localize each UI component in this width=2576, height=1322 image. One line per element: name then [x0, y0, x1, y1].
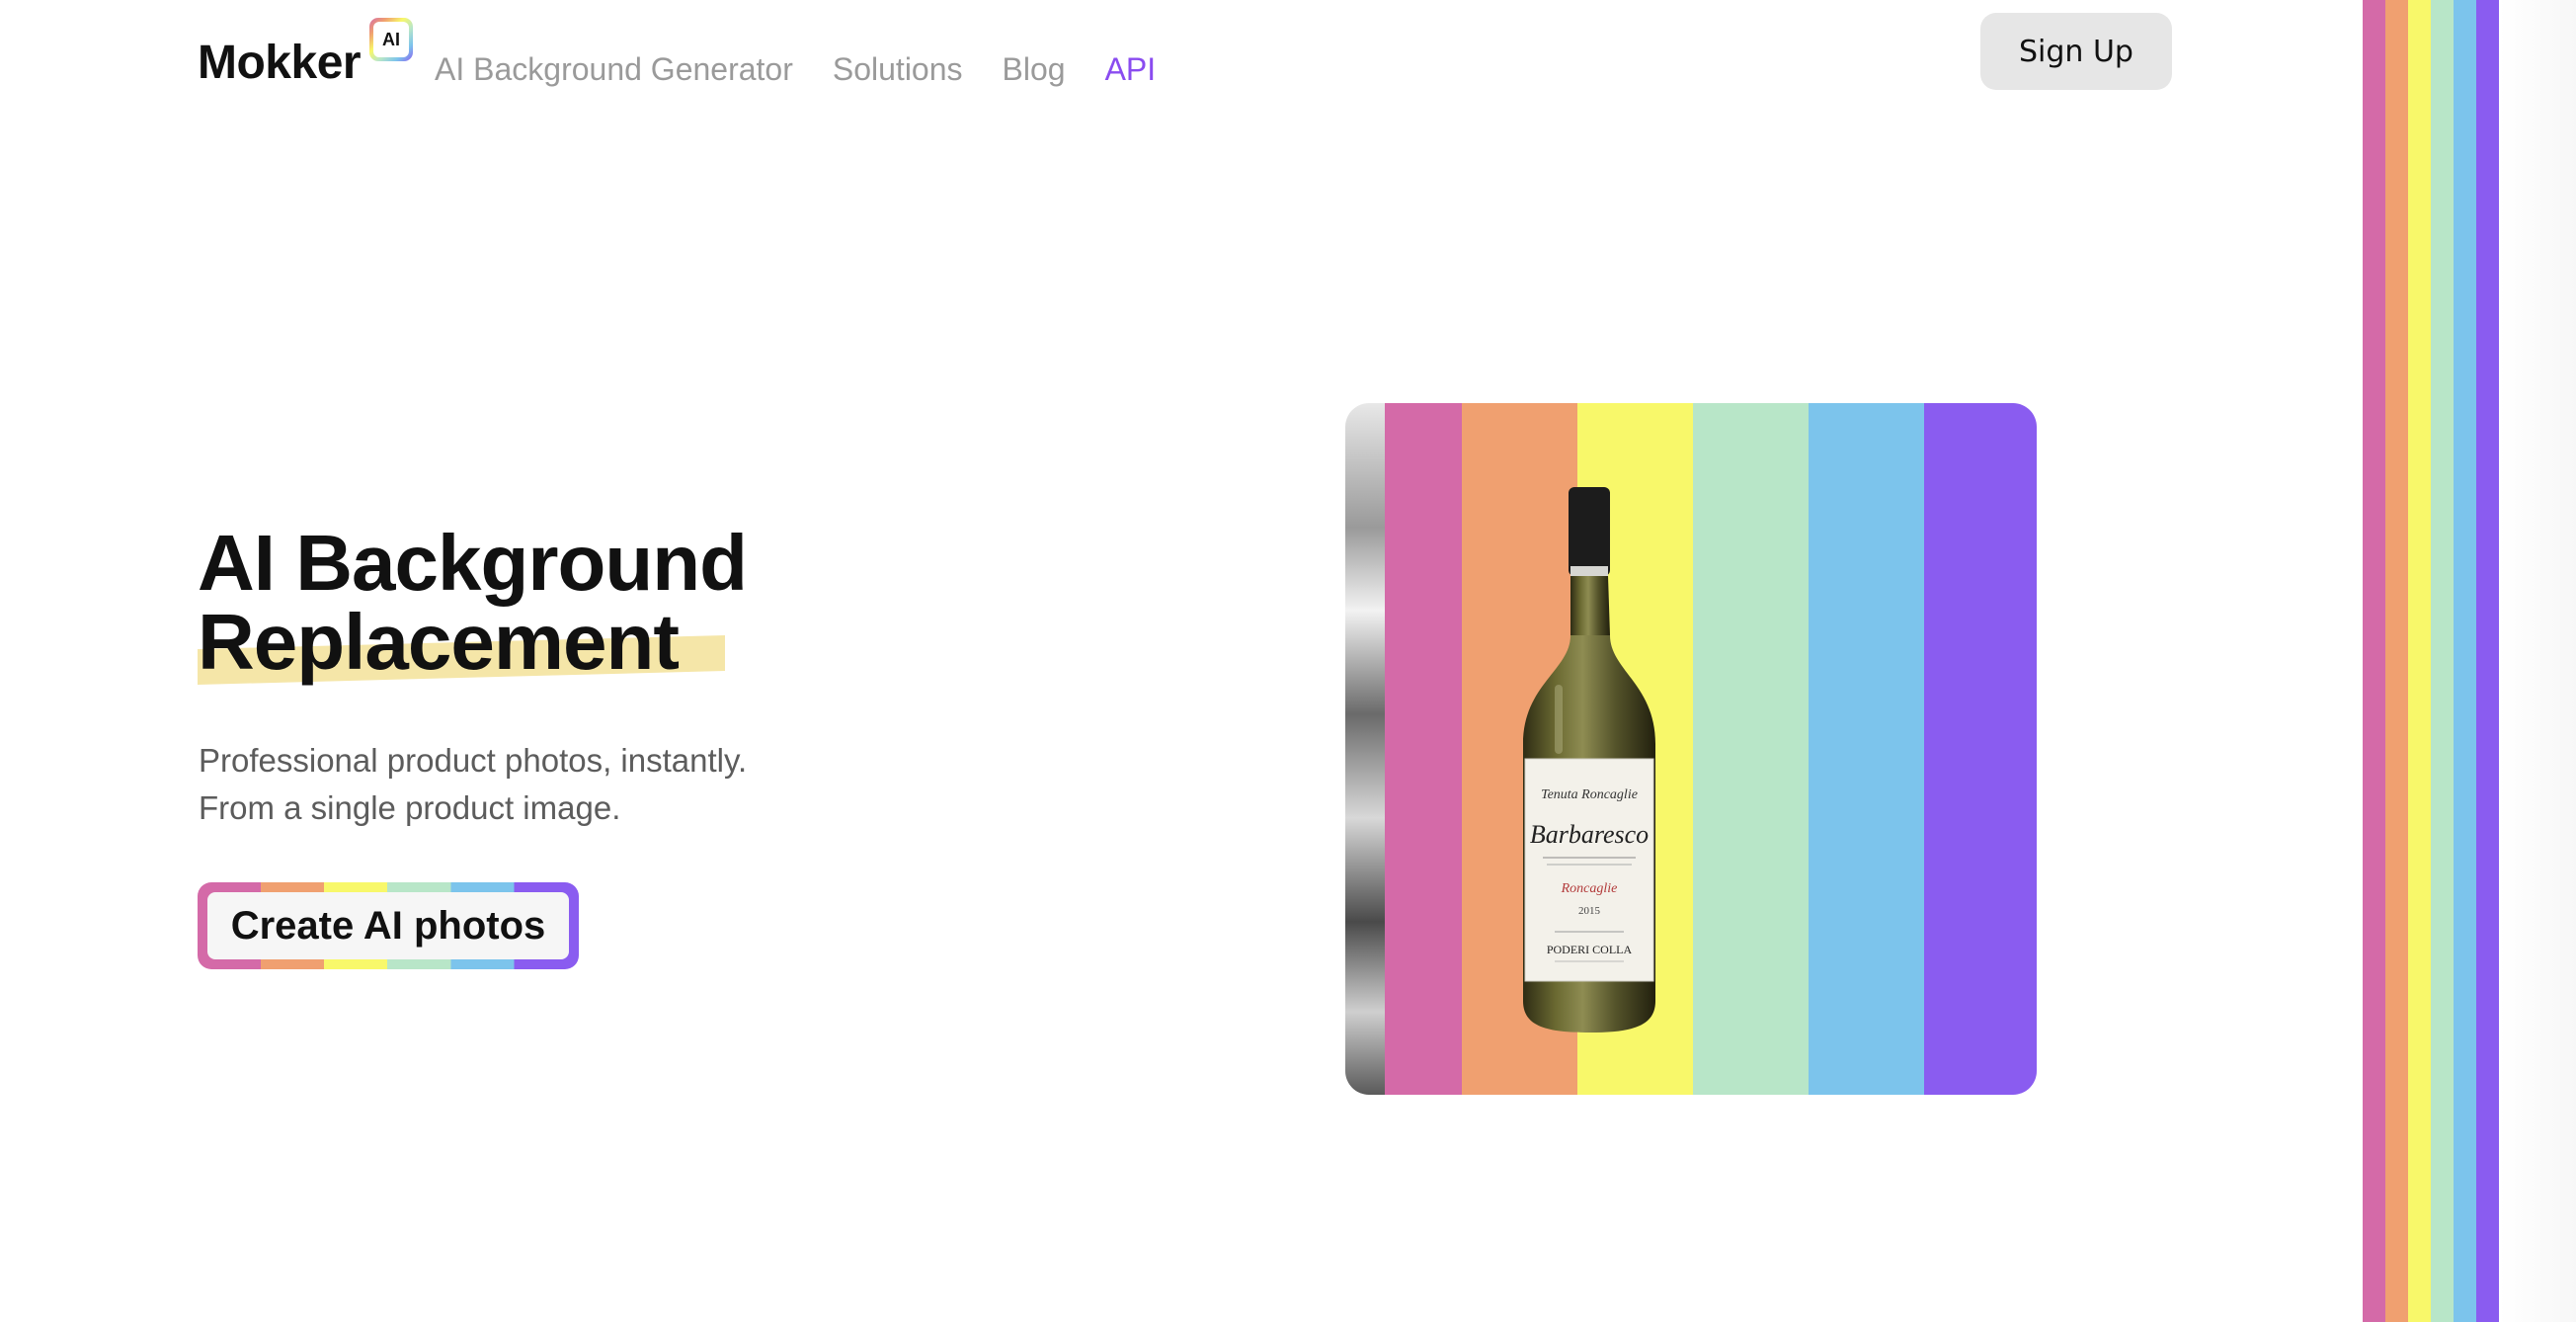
stripe-blue	[1809, 403, 1924, 1095]
bar-blue	[2454, 0, 2476, 1322]
page: Mokker AI AI Background Generator Soluti…	[0, 0, 2576, 1322]
create-ai-photos-button[interactable]: Create AI photos	[207, 892, 569, 959]
bar-mint	[2431, 0, 2454, 1322]
sign-up-button[interactable]: Sign Up	[1980, 13, 2172, 90]
brand-name[interactable]: Mokker	[198, 37, 362, 89]
nav-item-solutions[interactable]: Solutions	[833, 51, 963, 88]
ai-badge-icon: AI	[369, 18, 413, 61]
ai-badge-label: AI	[373, 22, 409, 57]
hero-title-line2: Replacement	[198, 598, 680, 686]
product-image: Tenuta Roncaglie Barbaresco Roncaglie 20…	[1345, 403, 2037, 1095]
hero-subtitle-line2: From a single product image.	[199, 789, 621, 826]
logo[interactable]: Mokker	[198, 36, 362, 90]
label-text-producer: Tenuta Roncaglie	[1541, 787, 1638, 802]
hero-title: AI Background Replacement	[198, 519, 748, 686]
hero-subtitle-line1: Professional product photos, instantly.	[199, 742, 748, 779]
label-text-wine: Barbaresco	[1530, 820, 1649, 849]
label-text-vintage: 2015	[1578, 905, 1601, 917]
header: Mokker AI AI Background Generator Soluti…	[198, 0, 2173, 128]
bar-purple	[2476, 0, 2499, 1322]
label-text-estate: PODERI COLLA	[1547, 943, 1633, 956]
stripe-purple	[1924, 403, 2037, 1095]
stripe-pink	[1385, 403, 1462, 1095]
hero-title-line1: AI Background	[198, 519, 748, 607]
wine-bottle-image: Tenuta Roncaglie Barbaresco Roncaglie 20…	[1523, 487, 1655, 1033]
label-text-vineyard: Roncaglie	[1561, 881, 1618, 896]
hero-subtitle: Professional product photos, instantly. …	[199, 737, 747, 832]
page-edge	[2499, 0, 2576, 1322]
stripe-mint	[1693, 403, 1809, 1095]
bar-yellow	[2408, 0, 2431, 1322]
snow-background-strip	[1345, 403, 1385, 1095]
bar-orange	[2385, 0, 2408, 1322]
nav-item-ai-background-generator[interactable]: AI Background Generator	[435, 51, 793, 88]
main-nav: AI Background Generator Solutions Blog A…	[435, 51, 1156, 88]
decorative-rainbow-bars	[2363, 0, 2499, 1322]
nav-item-blog[interactable]: Blog	[1003, 51, 1066, 88]
nav-item-api[interactable]: API	[1105, 51, 1157, 88]
cta-rainbow-border: Create AI photos	[198, 882, 579, 969]
bar-pink	[2363, 0, 2385, 1322]
